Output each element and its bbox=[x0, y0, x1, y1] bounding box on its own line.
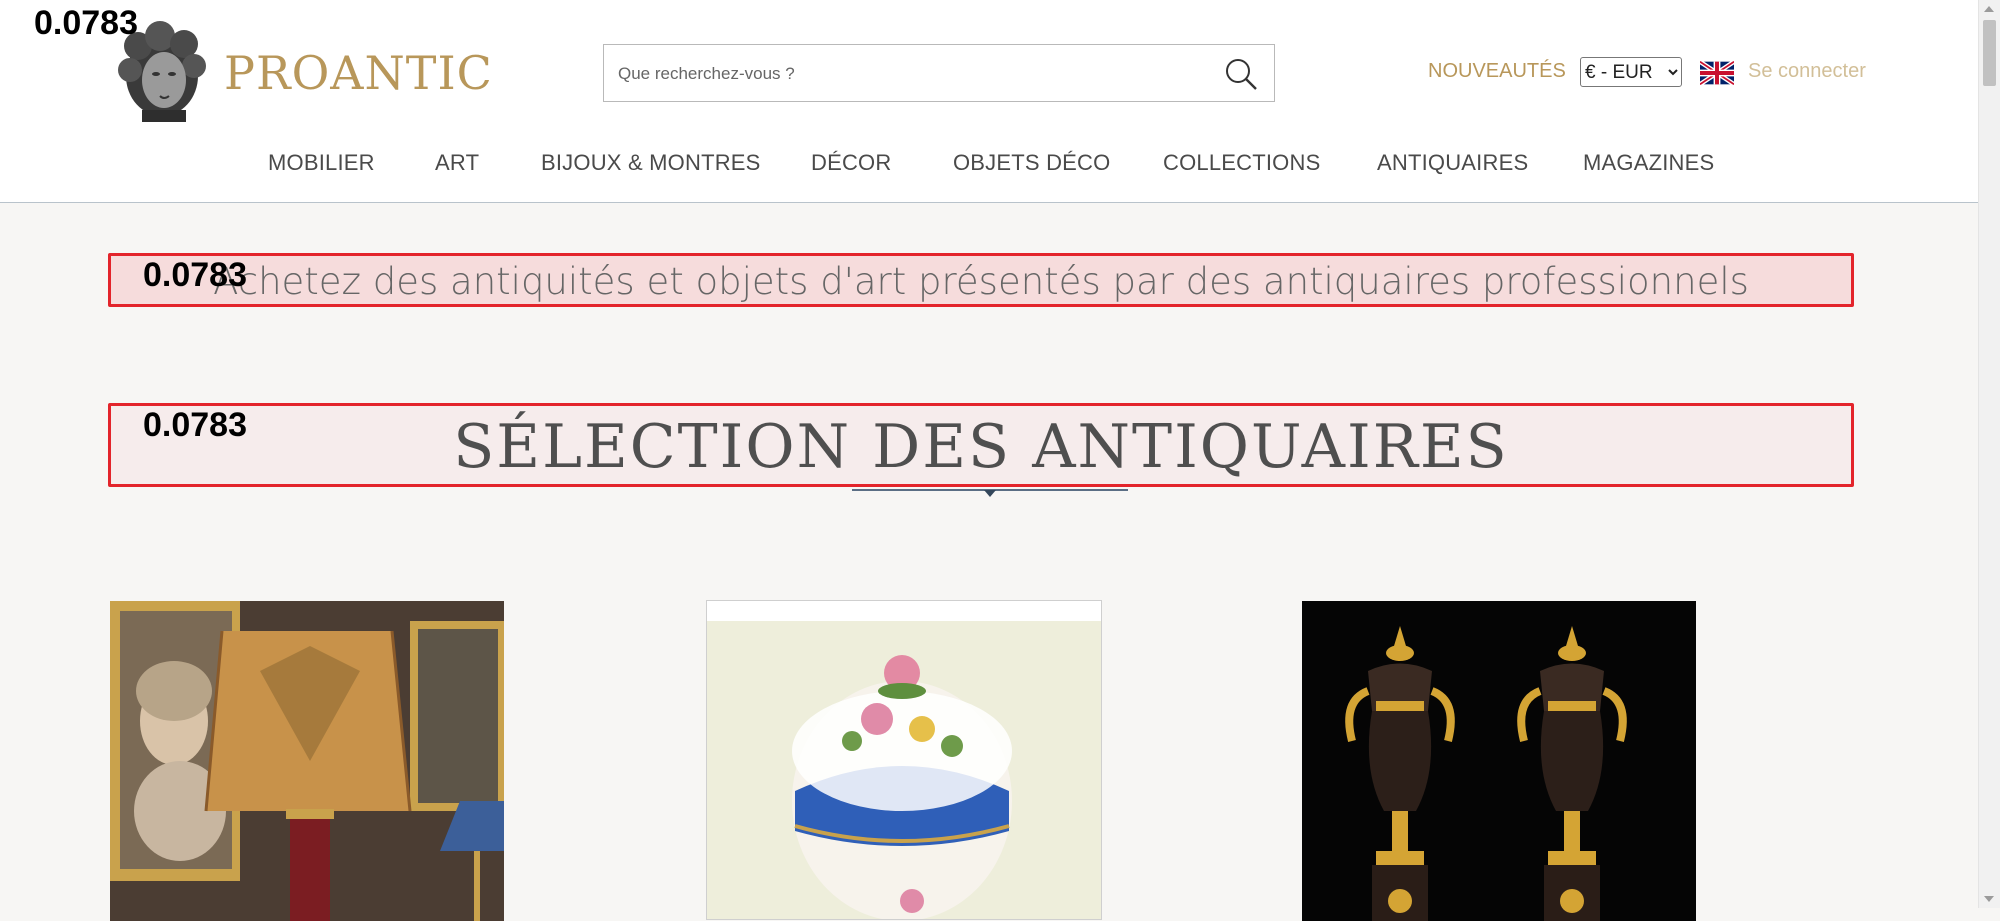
product-card[interactable] bbox=[110, 601, 504, 921]
lamp-and-portraits-photo bbox=[110, 601, 504, 921]
nav-item-objets-deco[interactable]: OBJETS DÉCO bbox=[953, 150, 1110, 176]
nav-item-magazines[interactable]: MAGAZINES bbox=[1583, 150, 1714, 176]
nav-item-antiquaires[interactable]: ANTIQUAIRES bbox=[1377, 150, 1528, 176]
site-header: PROANTIC NOUVEAUTÉS € - EUR Se connecter… bbox=[0, 0, 1979, 203]
login-link[interactable]: Se connecter bbox=[1748, 60, 1866, 83]
nav-item-art[interactable]: ART bbox=[435, 150, 479, 176]
scroll-up-icon[interactable] bbox=[1984, 6, 1994, 12]
porcelain-egg-box-photo bbox=[707, 601, 1101, 919]
score-label: 0.0783 bbox=[34, 4, 138, 42]
search-input[interactable] bbox=[616, 59, 1200, 89]
nav-item-bijoux-montres[interactable]: BIJOUX & MONTRES bbox=[541, 150, 761, 176]
search-box bbox=[603, 44, 1275, 102]
currency-select[interactable]: € - EUR bbox=[1580, 57, 1682, 87]
nouveautes-link[interactable]: NOUVEAUTÉS bbox=[1428, 60, 1566, 83]
product-card[interactable] bbox=[1302, 601, 1696, 921]
section-title: SÉLECTION DES ANTIQUAIRES bbox=[453, 412, 1509, 482]
nav-item-collections[interactable]: COLLECTIONS bbox=[1163, 150, 1320, 176]
tagline-text: Achetez des antiquités et objets d'art p… bbox=[213, 260, 1749, 303]
nav-item-mobilier[interactable]: MOBILIER bbox=[268, 150, 375, 176]
score-label: 0.0783 bbox=[143, 256, 247, 294]
score-label: 0.0783 bbox=[143, 406, 247, 444]
divider-tip-icon bbox=[984, 490, 996, 497]
tagline-banner: Achetez des antiquités et objets d'art p… bbox=[108, 253, 1854, 307]
product-card[interactable] bbox=[706, 600, 1102, 920]
vertical-scrollbar[interactable] bbox=[1978, 0, 2000, 908]
brand-name[interactable]: PROANTIC bbox=[224, 46, 493, 100]
scroll-down-icon[interactable] bbox=[1984, 896, 1994, 902]
scroll-thumb[interactable] bbox=[1983, 20, 1996, 86]
bronze-vases-photo bbox=[1302, 601, 1696, 921]
section-title-banner: SÉLECTION DES ANTIQUAIRES bbox=[108, 403, 1854, 487]
nav-item-decor[interactable]: DÉCOR bbox=[811, 150, 891, 176]
main-nav: MOBILIER ART BIJOUX & MONTRES DÉCOR OBJE… bbox=[0, 150, 1979, 180]
uk-flag-icon[interactable] bbox=[1700, 61, 1734, 85]
search-icon[interactable] bbox=[1222, 55, 1260, 93]
